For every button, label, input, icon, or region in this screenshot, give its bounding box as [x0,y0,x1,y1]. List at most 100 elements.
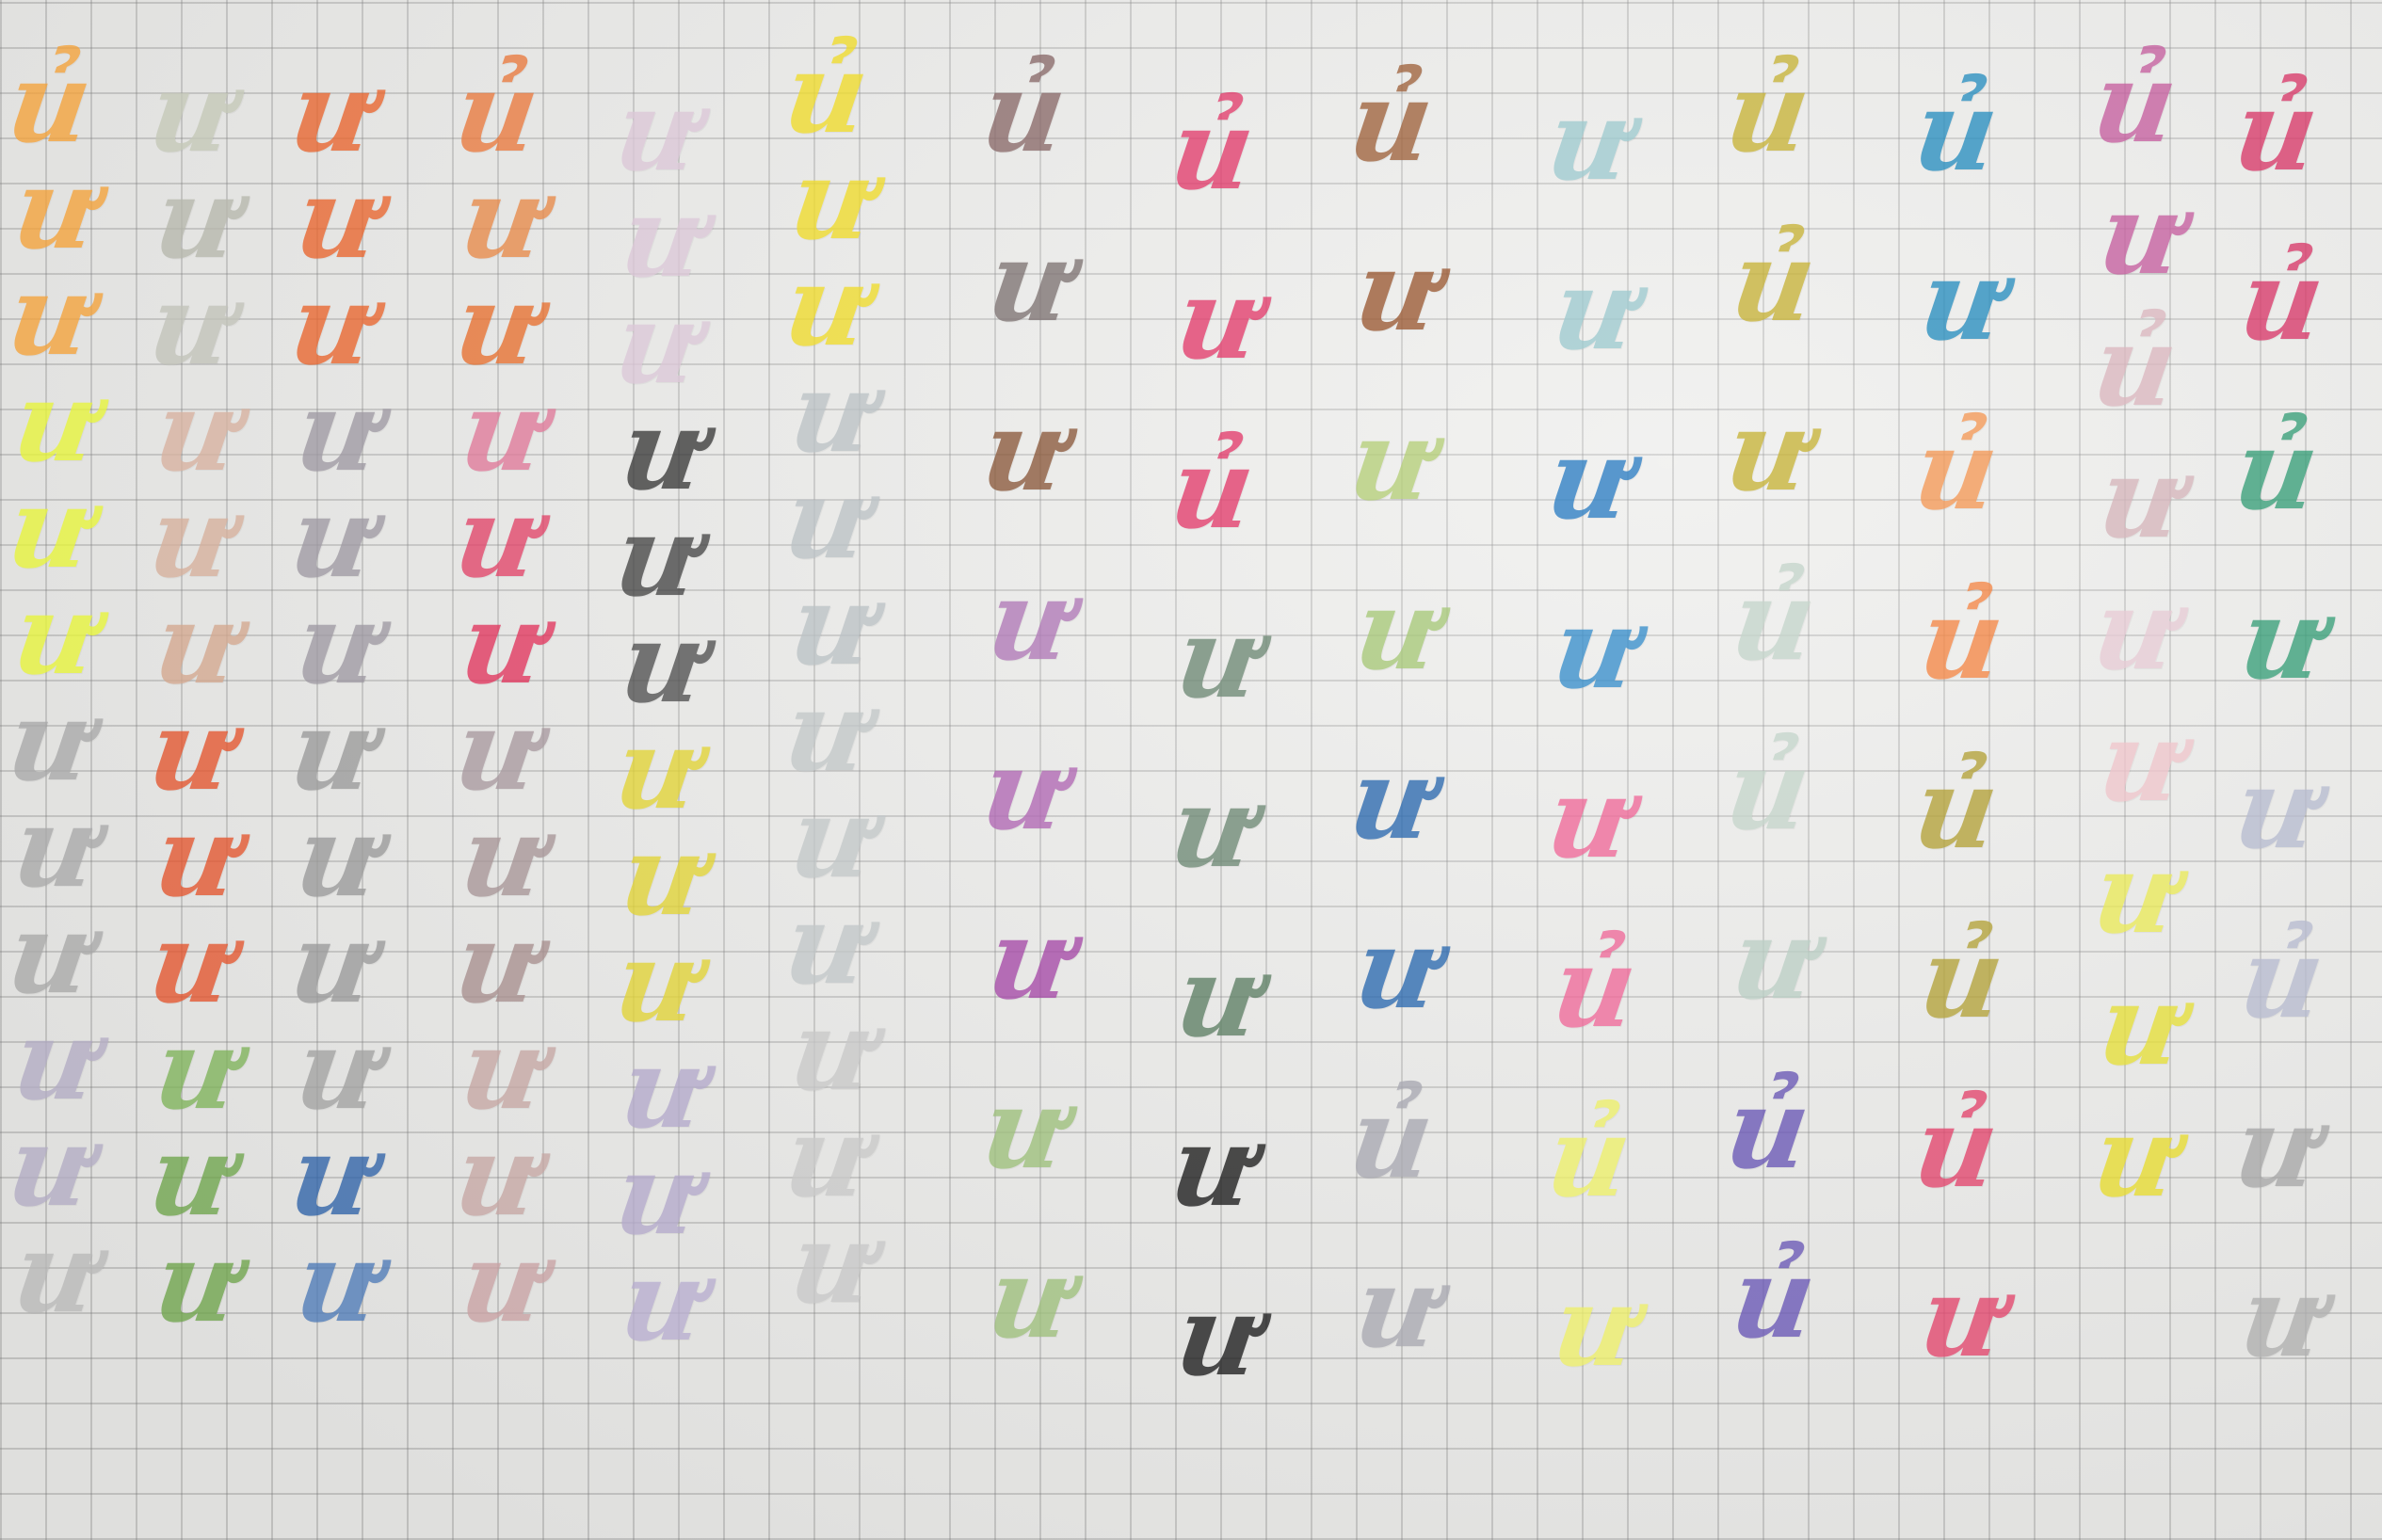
handwritten-glyph: ư [1539,413,1639,544]
handwritten-glyph: ư [147,791,247,922]
handwritten-glyph: ư [288,578,388,709]
handwritten-glyph: ư [6,143,105,274]
handwritten-glyph: ư [974,724,1074,855]
handwritten-glyph: ủ [2232,234,2332,365]
handwritten-glyph: ư [2232,573,2332,704]
handwritten-glyph: ư [980,216,1080,346]
handwritten-glyph: ư [1545,1260,1645,1391]
handwritten-glyph: ư [141,259,241,390]
handwritten-glyph: ư [1168,253,1268,384]
handwritten-glyph: ư [2091,696,2191,826]
handwritten-glyph: ủ [1539,1091,1639,1222]
handwritten-glyph: ư [1545,583,1645,714]
handwritten-glyph: ủ [1718,1063,1818,1194]
handwritten-glyph: ư [447,897,547,1028]
handwritten-glyph: ư [607,490,707,621]
handwritten-glyph: ư [282,46,382,177]
handwritten-glyph: ư [6,781,105,912]
handwritten-glyph: ư [2091,168,2191,299]
handwritten-glyph: ư [447,259,547,390]
handwritten-glyph: ủ [1724,1232,1824,1363]
handwritten-glyph: ư [288,1003,388,1134]
grid-paper: ủưưưưưưưưưưưưưưưưưưưưưưưưưưưưưưưưưưưủưưư… [0,0,2382,1540]
handwritten-glyph: ư [777,1091,877,1222]
handwritten-glyph: ư [147,1216,247,1347]
handwritten-glyph: ư [613,384,713,515]
handwritten-glyph: ư [0,888,100,1019]
handwritten-glyph: ư [282,1110,382,1241]
handwritten-glyph: ư [288,152,388,283]
handwritten-glyph: ư [141,472,241,602]
handwritten-glyph: ư [777,453,877,584]
handwritten-glyph: ủ [1912,912,2012,1043]
handwritten-glyph: ủ [1718,724,1818,855]
handwritten-glyph: ư [782,1197,882,1328]
handwritten-glyph: ủ [1907,65,2006,196]
handwritten-glyph: ư [1912,1251,2012,1382]
handwritten-glyph: ủ [1907,1082,2006,1212]
handwritten-glyph: ư [2227,1082,2326,1212]
handwritten-glyph: ư [453,578,553,709]
handwritten-glyph: ư [613,171,713,302]
handwritten-glyph: ư [607,703,707,834]
handwritten-glyph: ư [0,1100,100,1231]
handwritten-glyph: ư [0,675,100,806]
handwritten-glyph: ư [147,152,247,283]
handwritten-glyph: ư [447,1110,547,1241]
handwritten-glyph: ư [1347,564,1447,695]
handwritten-glyph: ư [974,1063,1074,1194]
handwritten-glyph: ư [1347,903,1447,1034]
handwritten-glyph: ư [613,597,713,728]
handwritten-glyph: ư [141,897,241,1028]
handwritten-glyph: ư [282,472,382,602]
handwritten-glyph: ư [974,385,1074,516]
handwritten-glyph: ư [1724,893,1824,1024]
handwritten-glyph: ủ [1342,1072,1441,1203]
handwritten-glyph: ư [0,462,100,593]
handwritten-glyph: ư [6,1207,105,1338]
handwritten-glyph: ư [147,578,247,709]
handwritten-glyph: ư [1163,1100,1263,1231]
handwritten-glyph: ủ [1724,554,1824,685]
handwritten-glyph: ư [282,259,382,390]
handwritten-glyph: ư [777,878,877,1009]
handwritten-glyph: ư [782,134,882,265]
handwritten-glyph: ư [6,994,105,1125]
handwritten-glyph: ủ [2227,404,2326,535]
handwritten-glyph: ư [607,65,707,196]
handwritten-glyph: ư [0,249,100,380]
handwritten-glyph: ủ [1907,404,2006,535]
handwritten-glyph: ủ [1163,84,1263,215]
handwritten-glyph: ủ [447,46,547,177]
handwritten-glyph: ư [1347,225,1447,356]
handwritten-glyph: ủ [1724,216,1824,346]
handwritten-glyph: ư [453,152,553,283]
handwritten-glyph: ư [1539,74,1639,205]
handwritten-glyph: ư [453,791,553,922]
handwritten-glyph: ư [782,346,882,477]
handwritten-glyph: ư [1342,394,1441,525]
handwritten-glyph: ư [2232,1251,2332,1382]
handwritten-glyph: ư [147,1003,247,1134]
handwritten-glyph: ủ [1163,423,1263,553]
handwritten-glyph: ủ [974,46,1074,177]
handwritten-glyph: ủ [1342,56,1441,186]
handwritten-glyph: ư [607,1129,707,1259]
handwritten-glyph: ư [2091,959,2191,1090]
handwritten-glyph: ư [141,684,241,815]
handwritten-glyph: ư [447,472,547,602]
handwritten-glyph: ư [453,1216,553,1347]
handwritten-glyph: ư [1718,385,1818,516]
handwritten-glyph: ư [777,240,877,371]
handwritten-glyph: ư [288,365,388,496]
handwritten-glyph: ư [288,1216,388,1347]
handwritten-glyph: ư [147,365,247,496]
handwritten-glyph: ủ [1545,922,1645,1052]
handwritten-glyph: ủ [2232,912,2332,1043]
handwritten-glyph: ư [6,356,105,487]
handwritten-glyph: ủ [0,37,100,168]
handwritten-glyph: ư [1539,752,1639,883]
handwritten-glyph: ư [6,569,105,699]
handwritten-glyph: ư [2085,827,2185,958]
handwritten-glyph: ư [1168,931,1268,1062]
